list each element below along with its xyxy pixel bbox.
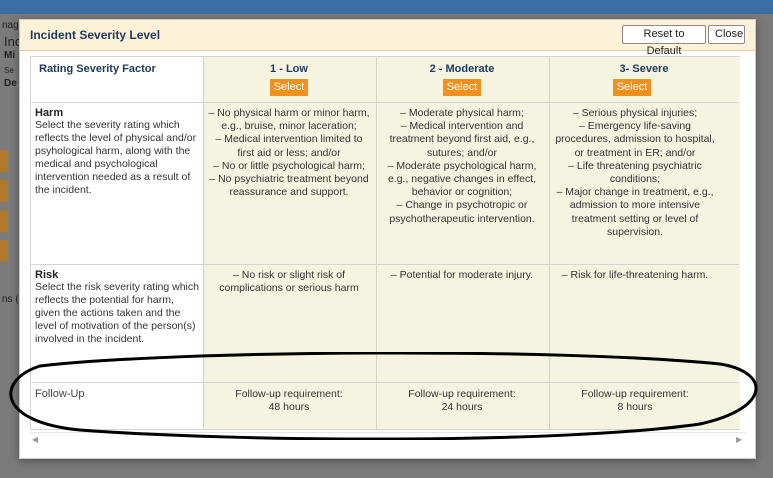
select-moderate-button[interactable]: Select	[443, 79, 481, 96]
scroll-left-icon[interactable]: ◀	[32, 435, 38, 444]
harm-severe-line: – Emergency life-saving procedures, admi…	[555, 120, 715, 159]
background-text-fragment: Mi	[4, 50, 16, 61]
harm-factor-cell: Harm Select the severity rating which re…	[31, 107, 203, 197]
followup-low-label: Follow-up requirement:	[235, 388, 343, 400]
risk-title: Risk	[35, 269, 59, 281]
harm-severe-line: – Major change in treatment, e.g., admis…	[556, 186, 714, 238]
followup-severe-label: Follow-up requirement:	[581, 388, 689, 400]
followup-severe-cell[interactable]: Follow-up requirement: 8 hours	[549, 388, 721, 414]
followup-severe-hours: 8 hours	[617, 401, 653, 414]
risk-low-cell[interactable]: – No risk or slight risk of complication…	[203, 269, 375, 295]
incident-severity-dialog: Incident Severity Level Reset to Default…	[19, 19, 756, 459]
background-text-fragment: ns (	[2, 294, 19, 305]
factor-header: Rating Severity Factor	[39, 63, 156, 75]
harm-description: Select the severity rating which reflect…	[35, 119, 197, 196]
background-orange-marker	[0, 240, 8, 262]
harm-low-line: – No psychiatric treatment beyond reassu…	[209, 173, 369, 199]
followup-moderate-label: Follow-up requirement:	[408, 388, 516, 400]
harm-moderate-line: – Moderate physical harm;	[400, 107, 524, 119]
risk-moderate-cell[interactable]: – Potential for moderate injury.	[376, 269, 548, 282]
harm-severe-line: – Serious physical injuries;	[572, 107, 698, 119]
background-app-topbar	[0, 0, 773, 14]
scroll-right-icon[interactable]: ▶	[736, 435, 742, 444]
risk-factor-cell: Risk Select the risk severity rating whi…	[31, 269, 203, 346]
level-header-moderate: 2 - Moderate	[429, 63, 495, 75]
harm-severe-cell[interactable]: – Serious physical injuries; – Emergency…	[549, 107, 721, 239]
harm-moderate-line: – Change in psychotropic or psychotherap…	[389, 199, 535, 225]
row-divider	[31, 264, 739, 265]
background-orange-marker	[0, 150, 8, 172]
row-divider	[31, 102, 739, 103]
harm-moderate-line: – Medical intervention and treatment bey…	[389, 120, 535, 159]
dialog-header: Incident Severity Level Reset to Default…	[20, 20, 755, 57]
harm-low-line: – Medical intervention limited to first …	[215, 133, 363, 159]
harm-title: Harm	[35, 107, 64, 119]
row-divider	[31, 382, 739, 383]
risk-severe-cell[interactable]: – Risk for life-threatening harm.	[549, 269, 721, 282]
background-text-fragment: Se	[4, 66, 14, 75]
harm-moderate-cell[interactable]: – Moderate physical harm; – Medical inte…	[376, 107, 548, 226]
followup-moderate-cell[interactable]: Follow-up requirement: 24 hours	[376, 388, 548, 414]
harm-low-line: – No or little psychological harm;	[213, 159, 365, 172]
followup-title: Follow-Up	[35, 388, 85, 400]
level-header-low: 1 - Low	[270, 63, 308, 75]
background-orange-marker	[0, 210, 8, 232]
background-text-fragment: De	[4, 78, 17, 89]
level-header-severe: 3- Severe	[619, 63, 669, 75]
followup-low-hours: 48 hours	[268, 401, 310, 414]
select-severe-button[interactable]: Select	[613, 79, 651, 96]
background-orange-marker	[0, 180, 8, 202]
harm-moderate-line: – Moderate psychological harm, e.g., neg…	[387, 159, 537, 199]
risk-description: Select the risk severity rating which re…	[35, 281, 199, 345]
harm-severe-line: – Life threatening psychiatric condition…	[568, 159, 702, 186]
severity-table: Rating Severity Factor 1 - Low Select 2 …	[30, 56, 740, 430]
harm-low-cell[interactable]: – No physical harm or minor harm, e.g., …	[203, 107, 375, 199]
reset-to-default-button[interactable]: Reset to Default	[622, 25, 706, 57]
followup-moderate-hours: 24 hours	[441, 401, 483, 414]
select-low-button[interactable]: Select	[270, 79, 308, 96]
close-button[interactable]: Close	[708, 25, 745, 44]
dialog-title: Incident Severity Level	[30, 28, 161, 42]
followup-low-cell[interactable]: Follow-up requirement: 48 hours	[203, 388, 375, 414]
harm-low-line: – No physical harm or minor harm, e.g., …	[208, 107, 370, 133]
horizontal-scrollbar[interactable]: ◀ ▶	[30, 432, 746, 447]
